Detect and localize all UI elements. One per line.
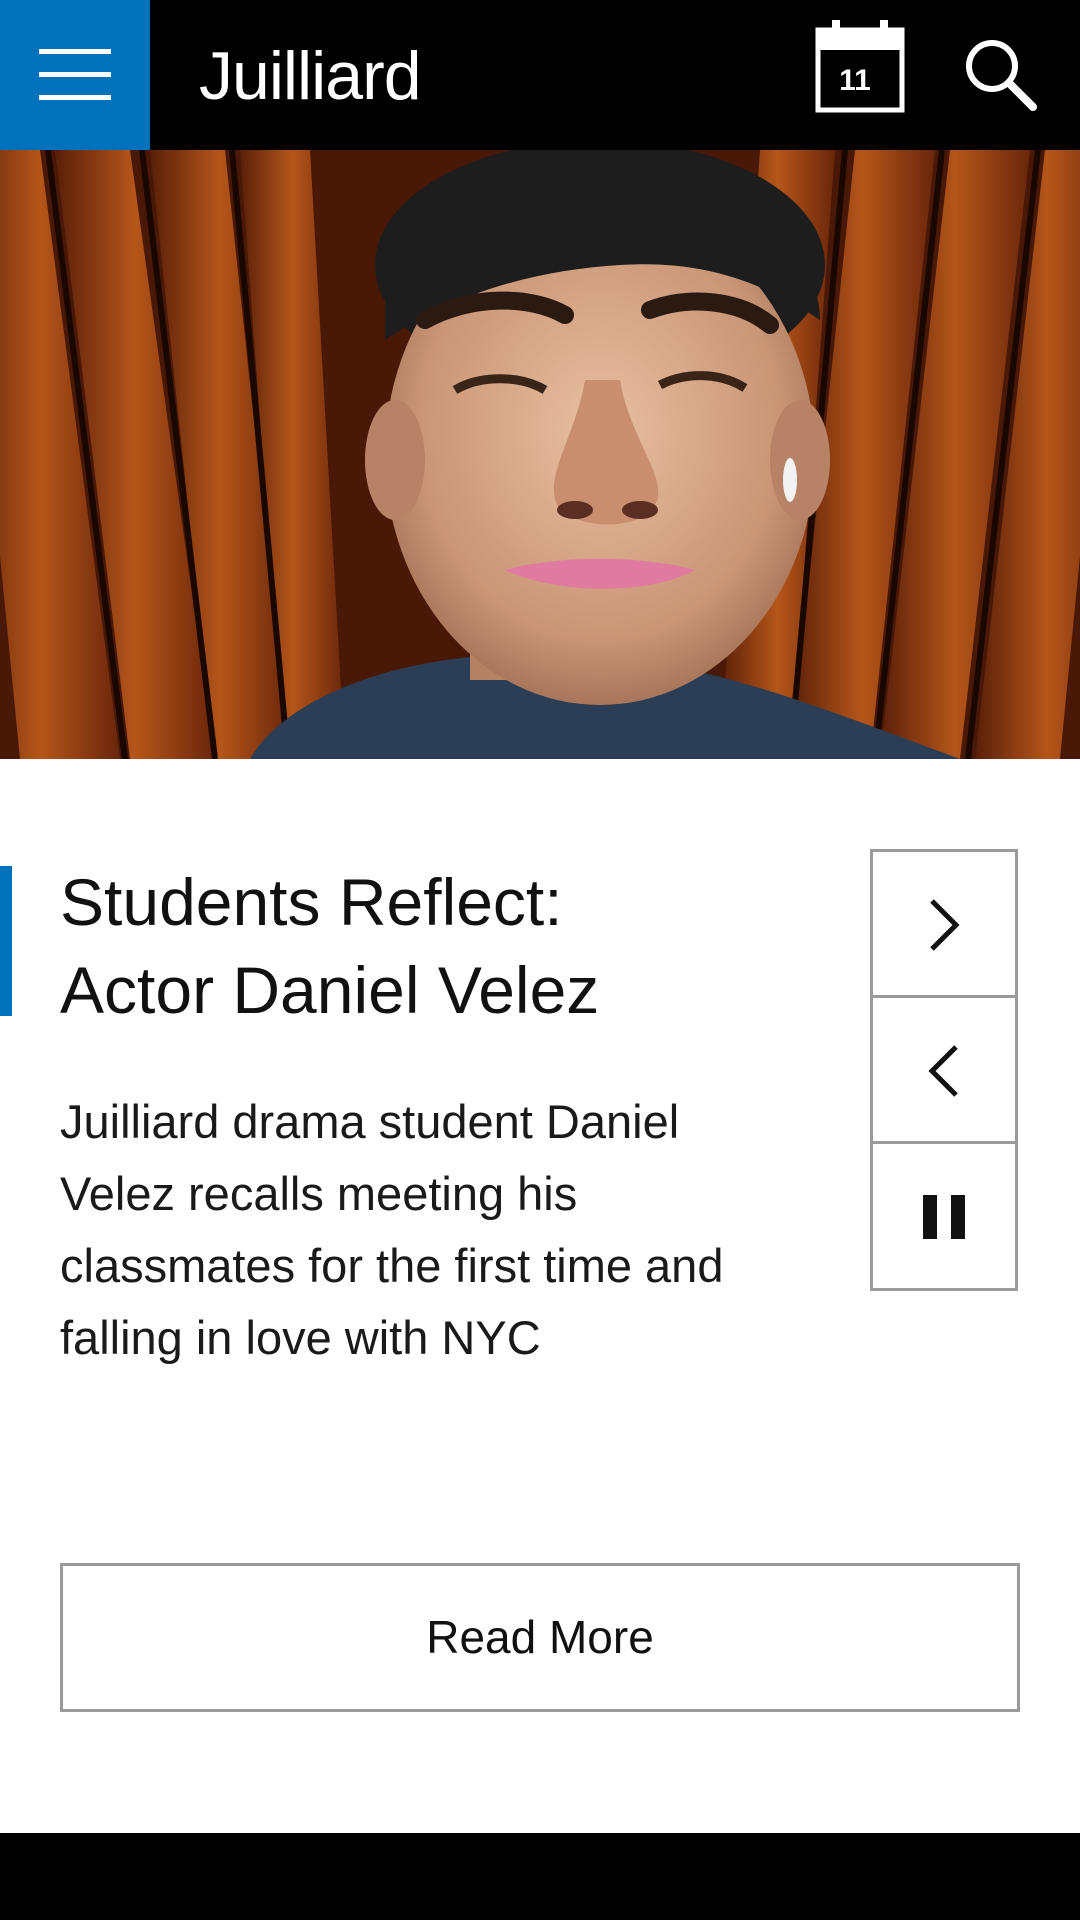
page: Juilliard 11 Students Reflect: Actor Dan… (0, 0, 1080, 1920)
calendar-button[interactable]: 11 (810, 18, 910, 118)
search-icon (966, 40, 1037, 111)
footer-bar (0, 1833, 1080, 1920)
calendar-day: 11 (839, 64, 871, 97)
article-title[interactable]: Students Reflect: Actor Daniel Velez (60, 858, 820, 1034)
search-button[interactable] (960, 36, 1040, 116)
article-summary: Juilliard drama student Daniel Velez rec… (60, 1095, 724, 1364)
slideshow-controls (870, 849, 1018, 1291)
chevron-left-icon (928, 1045, 958, 1097)
article-title-line1: Students Reflect: (60, 865, 563, 939)
pause-icon (923, 1195, 965, 1239)
portrait-photo (0, 150, 1080, 759)
title-accent-bar (0, 866, 12, 1016)
next-slide-button[interactable] (873, 852, 1015, 998)
read-more-button[interactable]: Read More (60, 1563, 1020, 1712)
previous-slide-button[interactable] (873, 998, 1015, 1144)
menu-button[interactable] (0, 0, 150, 150)
hero-image (0, 150, 1080, 759)
chevron-right-icon (930, 899, 960, 951)
site-header: Juilliard 11 (0, 0, 1080, 150)
site-logo[interactable]: Juilliard (199, 36, 422, 116)
pause-slideshow-button[interactable] (873, 1144, 1015, 1290)
article-title-line2: Actor Daniel Velez (60, 953, 600, 1027)
